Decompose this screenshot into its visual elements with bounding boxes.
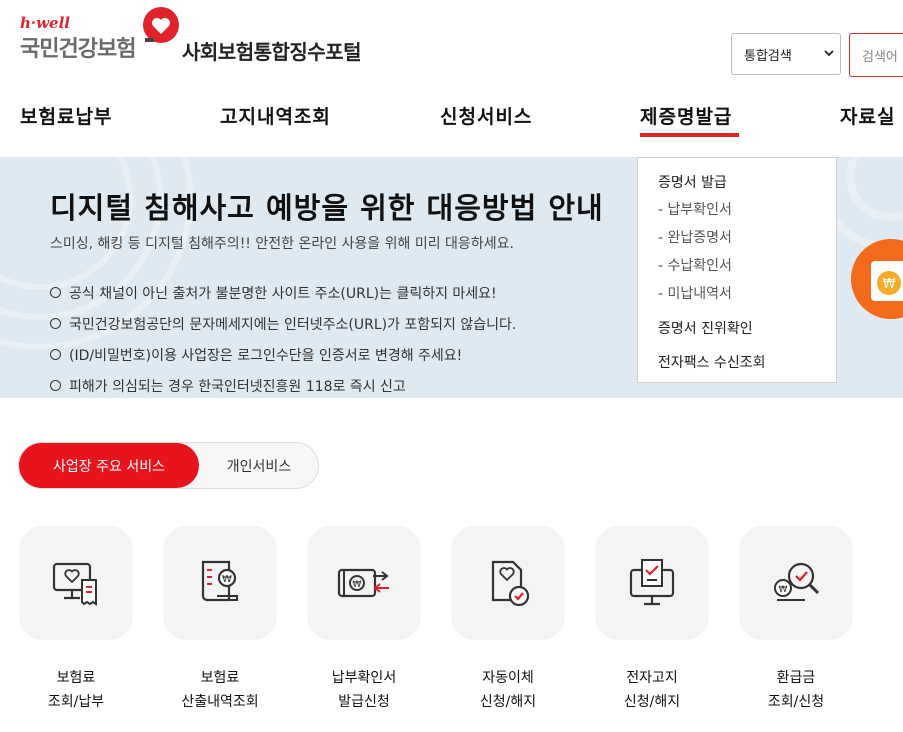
circle-bullet-icon [50,318,61,329]
svg-text:₩: ₩ [222,574,232,585]
service-tile[interactable] [451,526,565,640]
search-scope-value: 통합검색 [744,48,792,64]
svg-text:₩: ₩ [353,580,362,590]
card-transfer-icon: ₩ [337,568,389,598]
service-tabs: 사업장 주요 서비스 개인서비스 [18,442,319,489]
monitor-check-icon [629,559,675,606]
service-refund[interactable]: ₩ 환급금 조회/신청 [739,526,853,714]
chevron-down-icon [824,50,834,57]
service-label: 자동이체 신청/해지 [479,670,537,710]
nav-item-notice-inquiry[interactable]: 고지내역조회 [220,102,331,129]
nav-item-payment[interactable]: 보험료납부 [20,102,112,129]
menu-subitem-payment-confirmation[interactable]: - 납부확인서 [658,199,732,219]
service-label: 보험료 조회/납부 [47,670,105,710]
menu-subitem-full-payment-certificate[interactable]: - 완납증명서 [658,227,732,247]
search-input[interactable]: 검색어 [849,33,903,77]
nav-active-indicator [640,133,739,137]
nav-item-certificate[interactable]: 제증명발급 [640,102,732,129]
banner-point: 공식 채널이 아닌 출처가 불분명한 사이트 주소(URL)는 클릭하지 마세요… [50,277,516,308]
nav-item-application[interactable]: 신청서비스 [440,102,532,129]
service-tile[interactable] [19,526,133,640]
service-tile[interactable] [595,526,709,640]
heart-logo-icon [143,7,179,43]
menu-subitem-receipt-confirmation[interactable]: - 수납확인서 [658,255,732,275]
menu-item-certificate-verify[interactable]: 증명서 진위확인 [658,318,753,338]
banner-title: 디지털 침해사고 예방을 위한 대응방법 안내 [50,191,604,225]
portal-title[interactable]: 사회보험통합징수포털 [182,36,362,65]
document-check-icon [491,560,530,607]
service-premium-payment[interactable]: 보험료 조회/납부 [19,526,133,714]
service-tile[interactable]: ₩ [739,526,853,640]
magnifier-won-icon: ₩ [774,562,820,601]
menu-item-certificate-issue[interactable]: 증명서 발급 [658,172,727,192]
search-placeholder: 검색어 [862,49,898,65]
banner-point: (ID/비밀번호)이용 사업장은 로그인수단을 인증서로 변경해 주세요! [50,339,516,370]
service-premium-calculation[interactable]: ₩ 보험료 산출내역조회 [163,526,277,714]
service-label: 납부확인서 발급신청 [331,670,397,710]
svg-text:₩: ₩ [779,585,788,595]
search-scope-select[interactable]: 통합검색 [731,33,841,75]
service-auto-transfer[interactable]: 자동이체 신청/해지 [451,526,565,714]
service-e-notice[interactable]: 전자고지 신청/해지 [595,526,709,714]
service-label: 전자고지 신청/해지 [623,670,681,710]
tab-business-services[interactable]: 사업장 주요 서비스 [19,443,199,488]
menu-item-efax-inquiry[interactable]: 전자팩스 수신조회 [658,352,766,372]
logo-brand: h·well [20,14,70,32]
service-label: 보험료 산출내역조회 [181,670,259,710]
certificate-dropdown-menu: 증명서 발급 - 납부확인서 - 완납증명서 - 수납확인서 - 미납내역서 증… [637,157,837,383]
logo-org-name: 국민건강보험 [20,37,136,62]
service-label: 환급금 조회/신청 [767,670,825,710]
service-payment-certificate[interactable]: ₩ 납부확인서 발급신청 [307,526,421,714]
banner-point: 피해가 의심되는 경우 한국인터넷진흥원 118로 즉시 신고 [50,370,516,398]
banner-subtitle: 스미싱, 해킹 등 디지털 침해주의!! 안전한 온라인 사용을 위해 미리 대… [50,236,514,252]
nav-item-resources[interactable]: 자료실 [840,102,895,129]
monitor-bill-icon [52,562,97,606]
banner-points: 공식 채널이 아닌 출처가 불분명한 사이트 주소(URL)는 클릭하지 마세요… [50,277,516,398]
page: h·well 국민건강보험 사회보험통합징수포털 통합검색 검색어 보험료납부 … [0,0,903,732]
circle-bullet-icon [50,287,61,298]
service-tile[interactable]: ₩ [307,526,421,640]
circle-bullet-icon [50,380,61,391]
menu-subitem-unpaid-statement[interactable]: - 미납내역서 [658,283,732,303]
banner-point: 국민건강보험공단의 문자메세지에는 인터넷주소(URL)가 포함되지 않습니다. [50,308,516,339]
svg-text:₩: ₩ [883,277,896,292]
tab-personal-services[interactable]: 개인서비스 [199,443,319,488]
service-tile[interactable]: ₩ [163,526,277,640]
circle-bullet-icon [50,349,61,360]
document-won-icon: ₩ [201,560,238,602]
